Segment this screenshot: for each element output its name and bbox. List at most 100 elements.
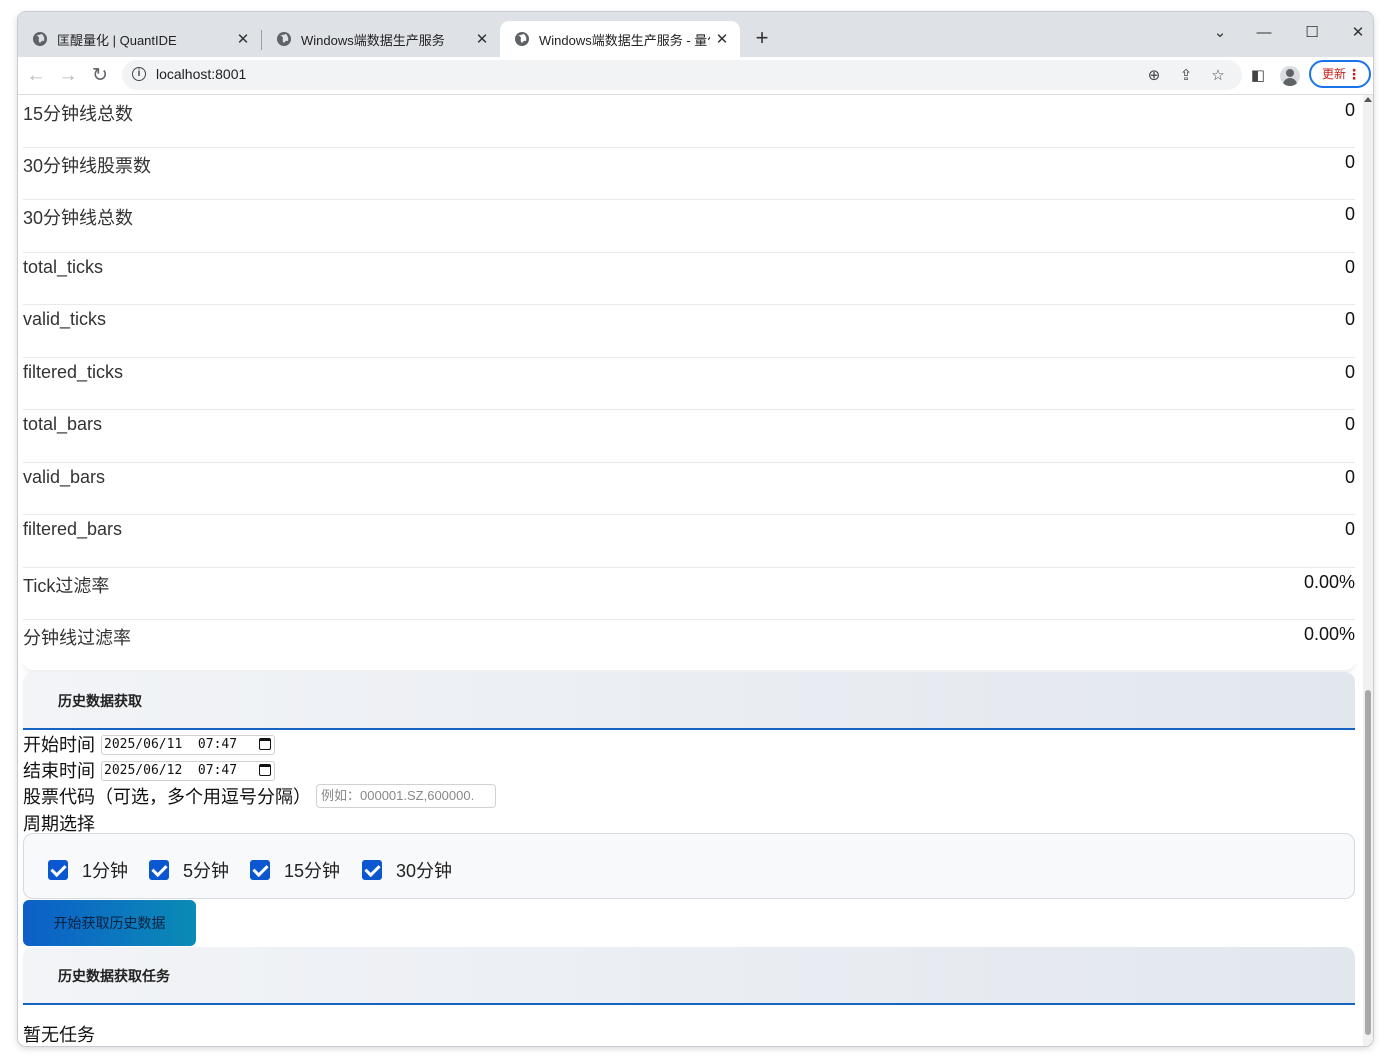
checkbox-checked-icon[interactable] [250, 860, 270, 880]
side-panel-icon[interactable]: ◧ [1248, 66, 1268, 86]
zoom-icon[interactable]: ⊕ [1144, 66, 1164, 86]
update-button[interactable]: 更新 ⋮ [1309, 60, 1371, 88]
checkbox-checked-icon[interactable] [362, 860, 382, 880]
stat-label: Tick过滤率 [23, 576, 110, 596]
maximize-button[interactable]: ☐ [1292, 18, 1332, 48]
tab-strip: 匡醍量化 | QuantIDE ✕ Windows端数据生产服务 ✕ Windo… [18, 12, 1373, 57]
calendar-icon[interactable] [259, 764, 271, 776]
globe-icon [33, 32, 47, 46]
tasks-panel-header: 历史数据获取任务 [23, 947, 1355, 1005]
stat-row: filtered_ticks 0 [23, 362, 1355, 410]
stats-card-edge [23, 660, 1355, 670]
stat-value: 0.00% [1303, 624, 1355, 644]
stat-value: 0.00% [1303, 572, 1355, 592]
stat-value: 0 [1344, 257, 1355, 277]
stat-label: 15分钟线总数 [23, 104, 134, 124]
period-selector: 1分钟 5分钟 15分钟 30分钟 [23, 833, 1355, 899]
stat-value: 0 [1344, 414, 1355, 434]
period-option-label: 1分钟 [82, 861, 129, 881]
minimize-button[interactable]: — [1244, 18, 1284, 48]
stat-row: valid_ticks 0 [23, 309, 1355, 358]
stat-label: 30分钟线股票数 [23, 156, 152, 176]
stat-row: valid_bars 0 [23, 467, 1355, 515]
stat-label: total_bars [23, 414, 103, 434]
period-option-label: 5分钟 [183, 861, 230, 881]
period-checkbox-1min[interactable]: 1分钟 [48, 857, 128, 883]
forward-arrow-icon[interactable]: → [55, 63, 81, 89]
stat-label: filtered_ticks [23, 362, 124, 382]
stat-label: valid_ticks [23, 309, 107, 329]
stat-row: 30分钟线股票数 0 [23, 152, 1355, 200]
browser-toolbar: ← → ↻ i localhost:8001 ⊕ ⇪ ☆ ◧ 更新 ⋮ [18, 57, 1373, 95]
checkbox-checked-icon[interactable] [48, 860, 68, 880]
tab-title: Windows端数据生产服务 [301, 32, 445, 48]
stat-value: 0 [1344, 467, 1355, 487]
new-tab-button[interactable]: + [750, 26, 774, 50]
start-time-value: 2025/06/11 07:47 [104, 737, 238, 752]
bookmark-star-icon[interactable]: ☆ [1208, 66, 1228, 86]
page-scrollbar[interactable] [1363, 95, 1373, 1046]
stat-value: 0 [1344, 309, 1355, 329]
close-icon[interactable]: ✕ [710, 30, 734, 48]
period-checkbox-15min[interactable]: 15分钟 [250, 857, 340, 883]
close-icon[interactable]: ✕ [231, 30, 255, 48]
stat-row: 30分钟线总数 0 [23, 204, 1355, 253]
tab-title: 匡醍量化 | QuantIDE [57, 32, 177, 48]
calendar-icon[interactable] [259, 738, 271, 750]
stat-row: total_bars 0 [23, 414, 1355, 463]
globe-icon [515, 32, 529, 46]
end-time-value: 2025/06/12 07:47 [104, 763, 238, 778]
scrollbar-thumb[interactable] [1365, 690, 1371, 1035]
close-window-button[interactable]: ✕ [1338, 18, 1373, 48]
chevron-down-icon[interactable]: ⌄ [1200, 18, 1240, 48]
share-icon[interactable]: ⇪ [1176, 66, 1196, 86]
globe-icon [277, 32, 291, 46]
kebab-menu-icon: ⋮ [1347, 66, 1361, 82]
browser-window: 匡醍量化 | QuantIDE ✕ Windows端数据生产服务 ✕ Windo… [18, 12, 1373, 1046]
stat-value: 0 [1344, 519, 1355, 539]
start-fetch-button[interactable]: 开始获取历史数据 [23, 900, 196, 946]
back-arrow-icon[interactable]: ← [23, 63, 49, 89]
tab-windows-service[interactable]: Windows端数据生产服务 ✕ [262, 21, 500, 57]
update-label: 更新 [1322, 67, 1347, 81]
url-text: localhost:8001 [156, 66, 247, 82]
address-bar[interactable]: i localhost:8001 ⊕ ⇪ ☆ [122, 60, 1242, 90]
stat-value: 0 [1344, 204, 1355, 224]
stat-label: total_ticks [23, 257, 104, 277]
reload-icon[interactable]: ↻ [87, 63, 113, 89]
tab-windows-service-active[interactable]: Windows端数据生产服务 - 量化 ✕ [500, 21, 740, 57]
tasks-empty-text: 暂无任务 [23, 1025, 95, 1045]
end-time-input[interactable]: 2025/06/12 07:47 [101, 761, 275, 781]
stat-row: filtered_bars 0 [23, 519, 1355, 568]
stat-label: 分钟线过滤率 [23, 628, 131, 648]
page-viewport: 15分钟线总数 0 30分钟线股票数 0 30分钟线总数 0 total_tic… [18, 95, 1373, 1046]
stat-value: 0 [1344, 362, 1355, 382]
close-icon[interactable]: ✕ [470, 30, 494, 48]
period-checkbox-30min[interactable]: 30分钟 [362, 857, 452, 883]
stat-label: 30分钟线总数 [23, 208, 134, 228]
stat-label: valid_bars [23, 467, 106, 487]
period-checkbox-5min[interactable]: 5分钟 [149, 857, 229, 883]
start-time-label: 开始时间 [23, 735, 95, 755]
stock-codes-label: 股票代码（可选，多个用逗号分隔） [23, 787, 311, 807]
history-panel-header: 历史数据获取 [23, 672, 1355, 730]
period-option-label: 15分钟 [284, 861, 341, 881]
stat-row: Tick过滤率 0.00% [23, 572, 1355, 620]
history-panel-title: 历史数据获取 [58, 693, 142, 709]
profile-avatar-icon[interactable] [1280, 66, 1300, 86]
stock-codes-input[interactable]: 例如：000001.SZ,600000. [316, 784, 496, 808]
tab-title: Windows端数据生产服务 - 量化 [539, 32, 710, 48]
tab-quantide[interactable]: 匡醍量化 | QuantIDE ✕ [18, 21, 261, 57]
checkbox-checked-icon[interactable] [149, 860, 169, 880]
stat-label: filtered_bars [23, 519, 123, 539]
period-option-label: 30分钟 [396, 861, 453, 881]
stat-value: 0 [1344, 152, 1355, 172]
stat-row: total_ticks 0 [23, 257, 1355, 305]
stat-value: 0 [1344, 100, 1355, 120]
tasks-panel-title: 历史数据获取任务 [58, 968, 170, 984]
start-time-input[interactable]: 2025/06/11 07:47 [101, 735, 275, 755]
scroll-up-arrow-icon[interactable] [1364, 97, 1372, 102]
end-time-label: 结束时间 [23, 761, 95, 781]
info-icon[interactable]: i [132, 67, 146, 81]
stat-row: 15分钟线总数 0 [23, 100, 1355, 148]
